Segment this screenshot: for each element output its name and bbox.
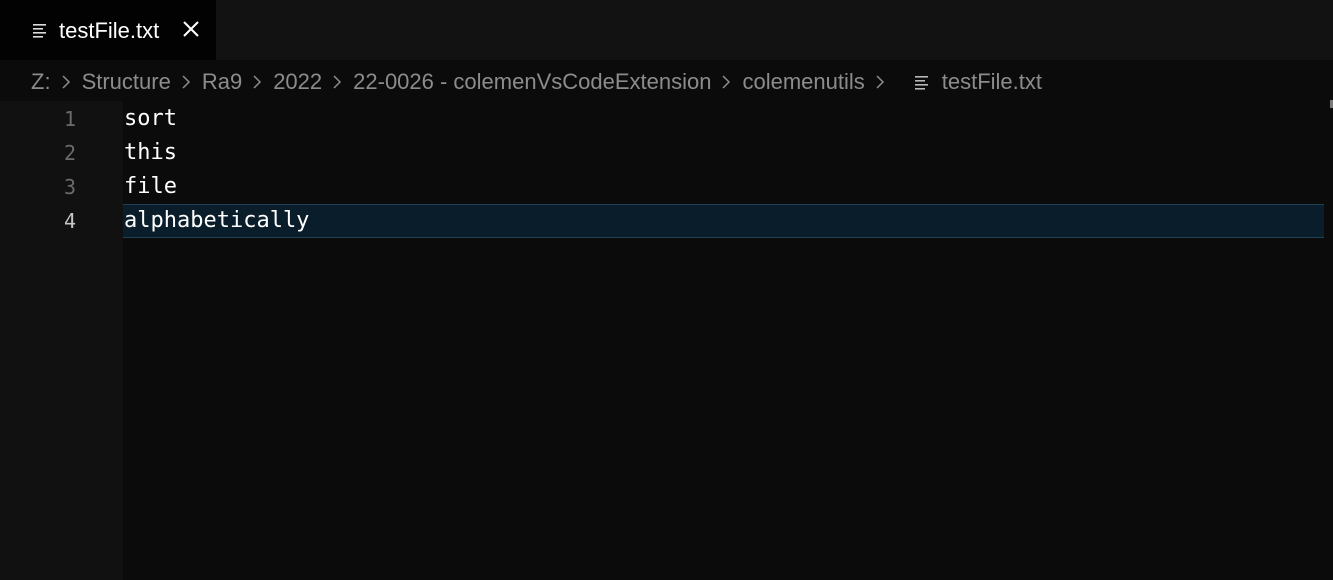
breadcrumb-file-label: testFile.txt	[941, 69, 1042, 94]
chevron-right-icon	[722, 75, 731, 89]
breadcrumb: Z: Structure Ra9 2022 22-0026 - colemenV…	[31, 66, 1042, 98]
line-text: this	[124, 140, 177, 165]
tab-bar: testFile.txt	[0, 0, 1333, 60]
breadcrumb-item-2022[interactable]: 2022	[273, 69, 322, 95]
breadcrumb-item-colemenutils[interactable]: colemenutils	[742, 69, 864, 95]
editor-line[interactable]: this	[123, 136, 1324, 170]
line-text: file	[124, 174, 177, 199]
tab-testfile[interactable]: testFile.txt	[0, 0, 216, 60]
editor-line[interactable]: file	[123, 170, 1324, 204]
line-text: sort	[124, 106, 177, 131]
breadcrumb-item-ra9[interactable]: Ra9	[202, 69, 242, 95]
breadcrumb-item-drive[interactable]: Z:	[31, 69, 51, 95]
chevron-right-icon	[182, 75, 190, 89]
line-number-active: 4	[63, 209, 76, 233]
chevron-right-icon	[62, 75, 70, 89]
line-number: 1	[63, 107, 76, 131]
editor-window: testFile.txt Z: Structure Ra9 2022 22-00…	[0, 0, 1333, 580]
chevron-right-icon	[876, 75, 884, 89]
editor-line[interactable]: sort	[123, 102, 1324, 136]
line-number: 2	[63, 141, 76, 165]
chevron-right-icon	[333, 75, 342, 89]
editor-line-current[interactable]: alphabetically	[123, 204, 1324, 238]
text-file-icon	[914, 76, 928, 90]
chevron-right-icon	[253, 75, 262, 89]
breadcrumb-item-file[interactable]: testFile.txt	[896, 69, 1042, 95]
line-text: alphabetically	[124, 208, 310, 233]
breadcrumb-item-project[interactable]: 22-0026 - colemenVsCodeExtension	[353, 69, 711, 95]
close-icon[interactable]	[180, 18, 202, 40]
text-file-icon	[33, 24, 46, 38]
line-number: 3	[63, 175, 76, 199]
breadcrumb-item-structure[interactable]: Structure	[82, 69, 171, 95]
text-editor[interactable]: sort this file alphabetically	[123, 101, 1333, 580]
line-number-gutter: 1 2 3 4	[0, 101, 123, 580]
tab-label: testFile.txt	[59, 18, 160, 43]
